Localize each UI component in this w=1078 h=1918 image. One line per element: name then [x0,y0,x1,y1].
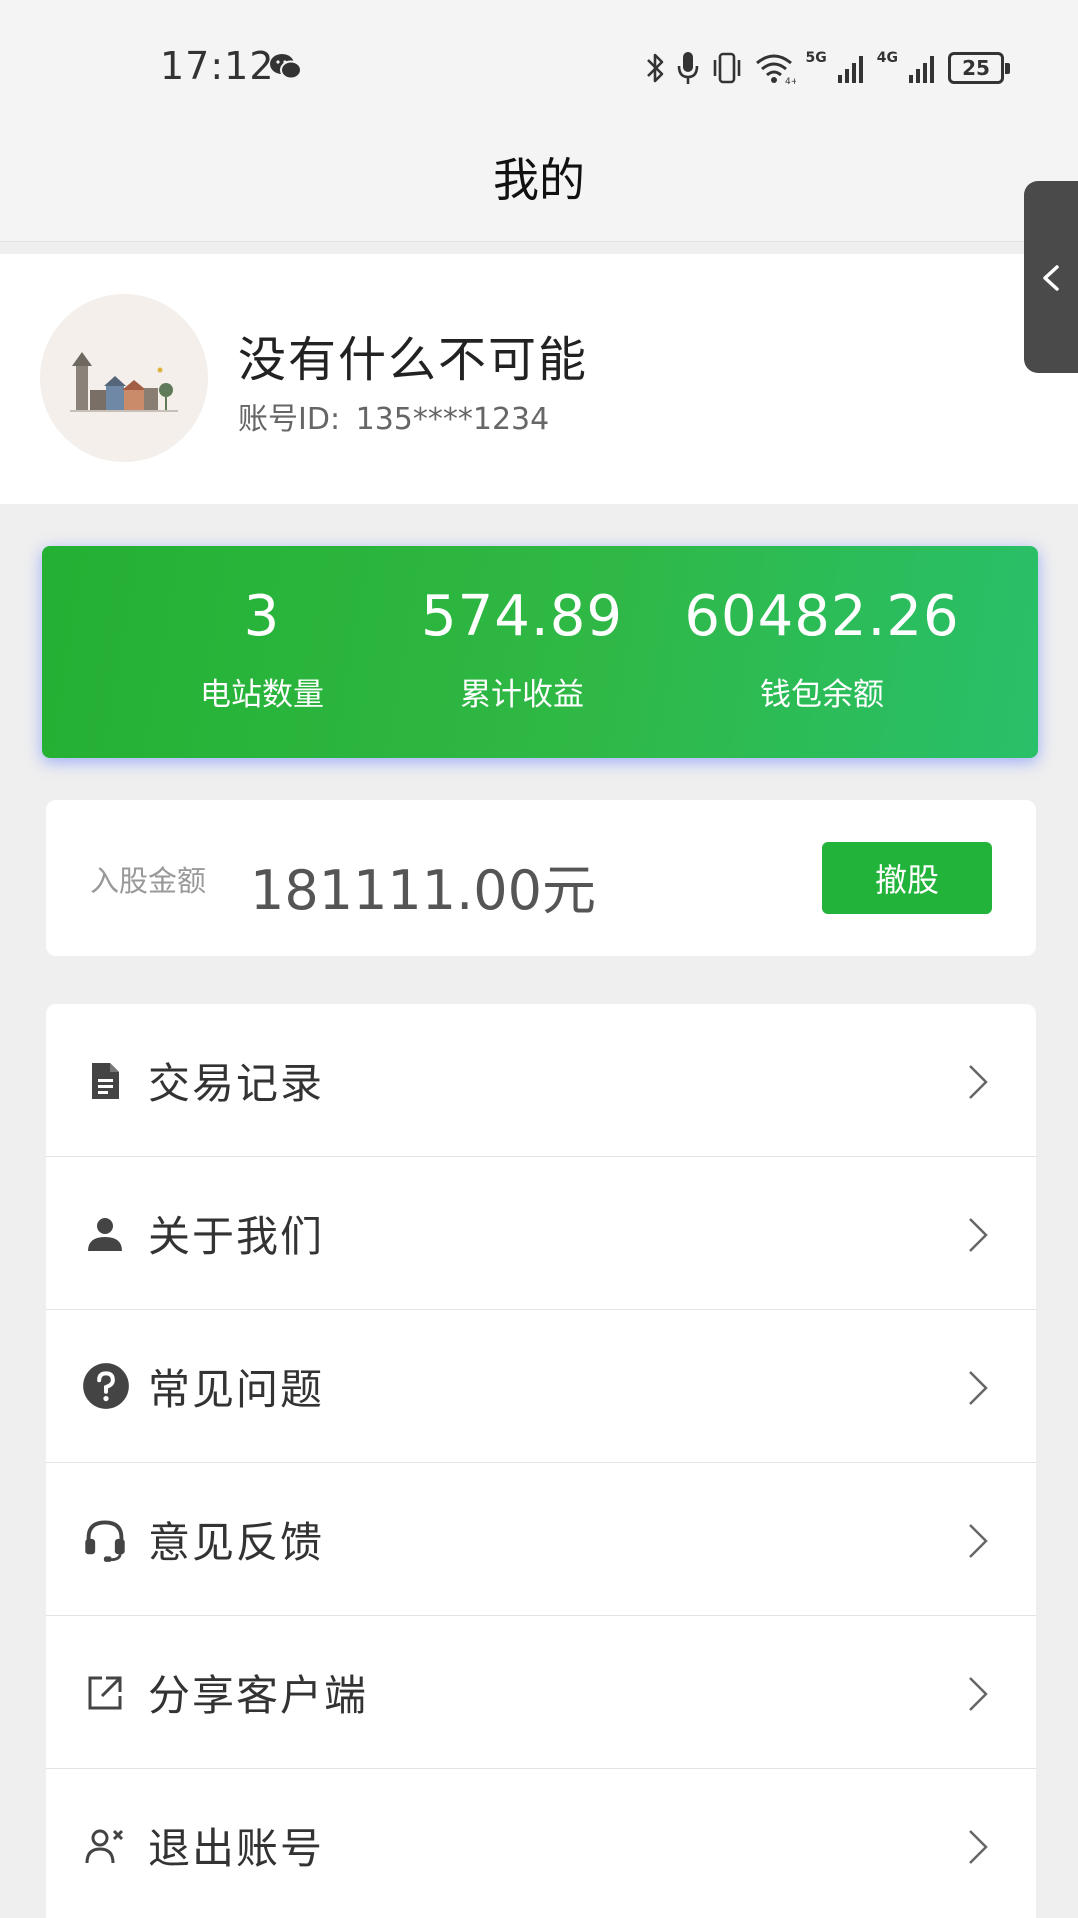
stat-label: 电站数量 [200,677,324,713]
avatar-image [40,294,208,462]
menu-item-label: 退出账号 [148,1824,325,1873]
headset-icon [85,1520,125,1562]
status-icons: 4+ 5G 4G 25 [644,48,1010,88]
page: 17:12 4+ 5G 4G 25 我的 没有什么不可能 账号ID: 135**… [0,0,1078,1918]
stat-wallet-balance[interactable]: 60482.26 钱包余额 [662,546,982,714]
question-icon [83,1363,129,1409]
bluetooth-icon [646,53,663,83]
network-4g-label: 4G [876,50,898,66]
chevron-right-icon [969,1371,988,1405]
menu-item-about-us[interactable]: 关于我们 [46,1157,1036,1310]
chevron-right-icon [969,1524,988,1558]
page-title: 我的 [493,153,585,207]
chevron-right-icon [969,1830,988,1864]
menu-item-label: 意见反馈 [148,1518,325,1567]
microphone-icon [677,52,698,84]
person-icon [88,1218,122,1251]
menu-item-label: 分享客户端 [148,1671,369,1720]
stat-value: 3 [243,584,281,649]
share-amount-card: 入股金额 181111.00元 撤股 [46,800,1036,956]
menu-item-transaction-records[interactable]: 交易记录 [46,1004,1036,1157]
wifi-icon: 4+ [755,54,796,85]
svg-text:4+: 4+ [785,77,796,85]
status-time: 17:12 [160,44,275,88]
share-icon [88,1676,122,1710]
signal-4g-icon [909,56,934,83]
battery-indicator: 25 [948,52,1010,84]
page-header: 我的 [0,110,1078,242]
menu-item-feedback[interactable]: 意见反馈 [46,1463,1036,1616]
wechat-icon [270,54,302,80]
menu-item-logout[interactable]: 退出账号 [46,1769,1036,1918]
menu-item-share-app[interactable]: 分享客户端 [46,1616,1036,1769]
share-amount-value: 181111.00元 [250,859,597,922]
username: 没有什么不可能 [238,332,589,388]
stat-value: 574.89 [421,584,623,649]
withdraw-share-button[interactable]: 撤股 [822,842,992,914]
share-amount-label: 入股金额 [90,864,207,898]
vibrate-icon [713,52,740,84]
stat-total-earnings[interactable]: 574.89 累计收益 [382,546,662,714]
network-5g-label: 5G [805,50,827,66]
menu-list: 交易记录 关于我们 常见问题 意见反馈 分享客户端 退出账号 [46,1004,1036,1918]
menu-item-faq[interactable]: 常见问题 [46,1310,1036,1463]
chevron-right-icon [969,1218,988,1252]
chevron-right-icon [969,1065,988,1099]
stat-label: 累计收益 [460,677,584,713]
stat-label: 钱包余额 [760,677,884,713]
signal-5g-icon [837,56,863,83]
menu-item-label: 关于我们 [148,1212,325,1261]
menu-item-label: 常见问题 [148,1365,325,1414]
profile-section[interactable]: 没有什么不可能 账号ID: 135****1234 [0,254,1078,504]
account-id-row: 账号ID: 135****1234 [238,394,555,438]
chevron-left-icon [1043,265,1059,291]
menu-item-label: 交易记录 [148,1059,325,1108]
stat-station-count[interactable]: 3 电站数量 [152,546,372,714]
avatar[interactable] [40,294,208,462]
logout-user-icon [85,1829,124,1864]
stats-card: 3 电站数量 574.89 累计收益 60482.26 钱包余额 [42,546,1038,758]
chevron-right-icon [969,1677,988,1711]
stat-value: 60482.26 [684,584,960,649]
side-drawer-tab[interactable] [1024,181,1078,373]
document-icon [92,1063,119,1099]
account-id-label: 账号ID: [238,402,341,437]
account-id-value: 135****1234 [355,402,550,437]
